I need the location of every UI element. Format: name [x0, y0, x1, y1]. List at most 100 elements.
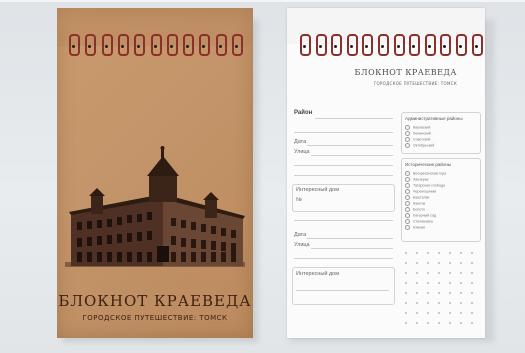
- spiral-ring: [331, 34, 343, 56]
- admin-district-item: Ленинский: [405, 131, 431, 136]
- number-label: №: [296, 197, 302, 203]
- grid-dot: [405, 302, 407, 304]
- historic-district-item: Южная: [405, 225, 425, 230]
- rule: [307, 238, 393, 239]
- historic-district-item: Кашталак: [405, 195, 429, 200]
- grid-dot: [438, 302, 440, 304]
- admin-district-item: Советский: [405, 137, 430, 142]
- spiral-ring: [183, 34, 195, 56]
- grid-dot: [416, 252, 418, 254]
- grid-dot: [427, 322, 429, 324]
- grid-dot: [416, 302, 418, 304]
- grid-dot: [449, 272, 451, 274]
- spiral-ring: [362, 34, 374, 56]
- grid-dot: [471, 302, 473, 304]
- district-label: Район: [294, 110, 313, 116]
- spiral-ring: [134, 34, 146, 56]
- grid-dot: [438, 292, 440, 294]
- grid-dot: [416, 282, 418, 284]
- grid-dot: [416, 292, 418, 294]
- historic-district-item: Татарская слобода: [405, 183, 445, 188]
- grid-dot: [438, 252, 440, 254]
- grid-dot: [427, 262, 429, 264]
- spiral-ring: [346, 34, 358, 56]
- photo: БЛОКНОТ КРАЕВЕДА ГОРОДСКОЕ ПУТЕШЕСТВИЕ: …: [0, 0, 525, 353]
- grid-dot: [460, 302, 462, 304]
- notebook-cover: БЛОКНОТ КРАЕВЕДА ГОРОДСКОЕ ПУТЕШЕСТВИЕ: …: [57, 8, 253, 338]
- grid-dot: [471, 322, 473, 324]
- grid-dot: [471, 252, 473, 254]
- grid-dot: [460, 322, 462, 324]
- grid-dot: [405, 282, 407, 284]
- grid-dot: [449, 262, 451, 264]
- admin-districts-title: Административные районы: [405, 116, 463, 121]
- grid-dot: [449, 292, 451, 294]
- grid-dot: [449, 252, 451, 254]
- rule: [294, 132, 393, 133]
- grid-dot: [405, 262, 407, 264]
- grid-dot: [405, 252, 407, 254]
- building-illustration: [65, 146, 245, 267]
- frame-edge: [0, 0, 525, 2]
- grid-dot: [460, 262, 462, 264]
- spiral-ring: [378, 34, 389, 56]
- grid-dot: [405, 312, 407, 314]
- grid-dot: [427, 252, 429, 254]
- grid-dot: [427, 272, 429, 274]
- grid-dot: [427, 302, 429, 304]
- street-label: Улица: [294, 242, 310, 248]
- rule: [307, 145, 393, 146]
- admin-district-item: Кировский: [405, 125, 430, 130]
- spiral-ring: [300, 34, 311, 56]
- spiral-ring: [424, 34, 436, 56]
- grid-dot: [460, 252, 462, 254]
- grid-dot: [460, 272, 462, 274]
- page-subtitle: ГОРОДСКОЕ ПУТЕШЕСТВИЕ: ТОМСК: [373, 81, 457, 86]
- grid-dot: [449, 312, 451, 314]
- grid-dot: [449, 282, 451, 284]
- historic-district-item: Лагерный сад: [405, 213, 436, 218]
- rule: [294, 165, 393, 166]
- spiral-ring: [215, 34, 227, 56]
- district-line: [315, 118, 393, 119]
- rule: [294, 258, 393, 259]
- historic-district-item: Черемошники: [405, 189, 436, 194]
- grid-dot: [427, 312, 429, 314]
- date-label: Дата: [294, 232, 307, 238]
- grid-dot: [449, 302, 451, 304]
- historic-district-item: Заозерье: [405, 177, 429, 182]
- spiral-ring: [69, 34, 80, 56]
- spiral-ring: [85, 34, 97, 56]
- grid-dot: [405, 292, 407, 294]
- spiral-ring: [471, 34, 483, 56]
- grid-dot: [416, 272, 418, 274]
- grid-dot: [427, 282, 429, 284]
- interesting-house-label: Интересный дом: [296, 187, 340, 193]
- spiral-ring: [440, 34, 452, 56]
- street-label: Улица: [294, 149, 310, 155]
- spiral-ring: [409, 34, 421, 56]
- grid-dot: [427, 292, 429, 294]
- grid-dot: [471, 272, 473, 274]
- rule: [311, 248, 393, 249]
- grid-dot: [405, 272, 407, 274]
- rule: [296, 290, 389, 291]
- notebook-inner-page: БЛОКНОТ КРАЕВЕДА ГОРОДСКОЕ ПУТЕШЕСТВИЕ: …: [287, 8, 485, 338]
- spiral-ring: [232, 34, 243, 56]
- grid-dot: [438, 262, 440, 264]
- historic-district-item: Каштак: [405, 201, 425, 206]
- spiral-ring: [166, 34, 178, 56]
- grid-dot: [471, 282, 473, 284]
- grid-dot: [416, 322, 418, 324]
- grid-dot: [460, 312, 462, 314]
- interesting-house-label: Интересный дом: [296, 271, 340, 277]
- spiral-ring: [315, 34, 327, 56]
- grid-dot: [438, 272, 440, 274]
- grid-dot: [438, 312, 440, 314]
- grid-dot: [405, 322, 407, 324]
- grid-dot: [416, 262, 418, 264]
- grid-dot: [460, 292, 462, 294]
- historic-district-item: Степановка: [405, 219, 433, 224]
- grid-dot: [471, 262, 473, 264]
- historic-district-item: Воскресенская гора: [405, 171, 446, 176]
